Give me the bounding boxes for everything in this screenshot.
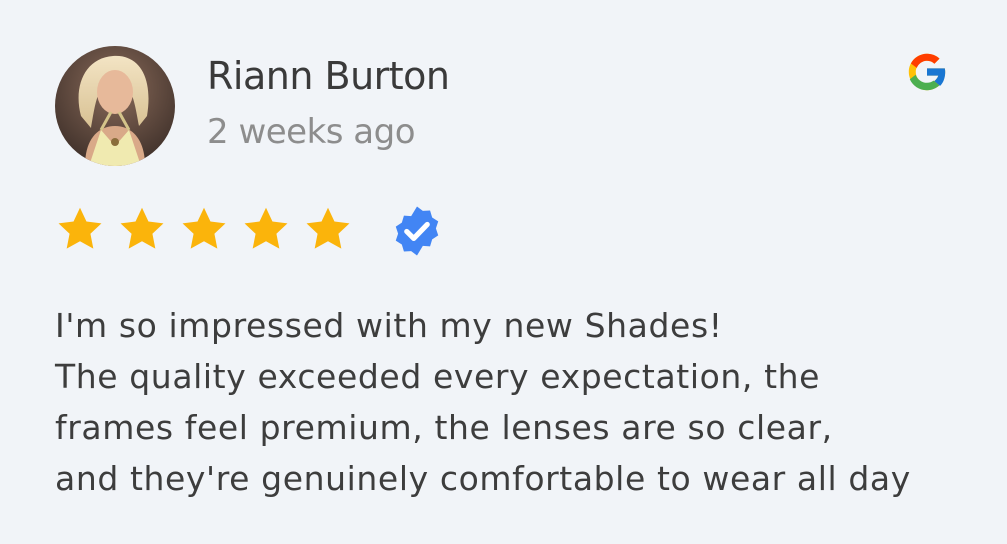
star-icon [120,207,164,249]
review-text: I'm so impressed with my new Shades! The… [55,300,995,504]
star-rating [55,203,365,255]
review-text-line: I'm so impressed with my new Shades! [55,306,723,345]
review-card: Riann Burton 2 weeks ago I'm so impresse… [0,0,1007,544]
review-timestamp: 2 weeks ago [207,112,416,152]
review-text-line: and they're genuinely comfortable to wea… [55,459,911,498]
avatar[interactable] [55,46,175,166]
star-icon [244,207,288,249]
star-icon [58,207,102,249]
avatar-image [55,46,175,166]
reviewer-name[interactable]: Riann Burton [207,52,450,100]
star-icon [182,207,226,249]
review-text-line: The quality exceeded every expectation, … [55,357,821,396]
google-g-icon [903,48,951,96]
star-icon [306,207,350,249]
review-text-line: frames feel premium, the lenses are so c… [55,408,833,447]
verified-badge-icon [389,203,445,259]
